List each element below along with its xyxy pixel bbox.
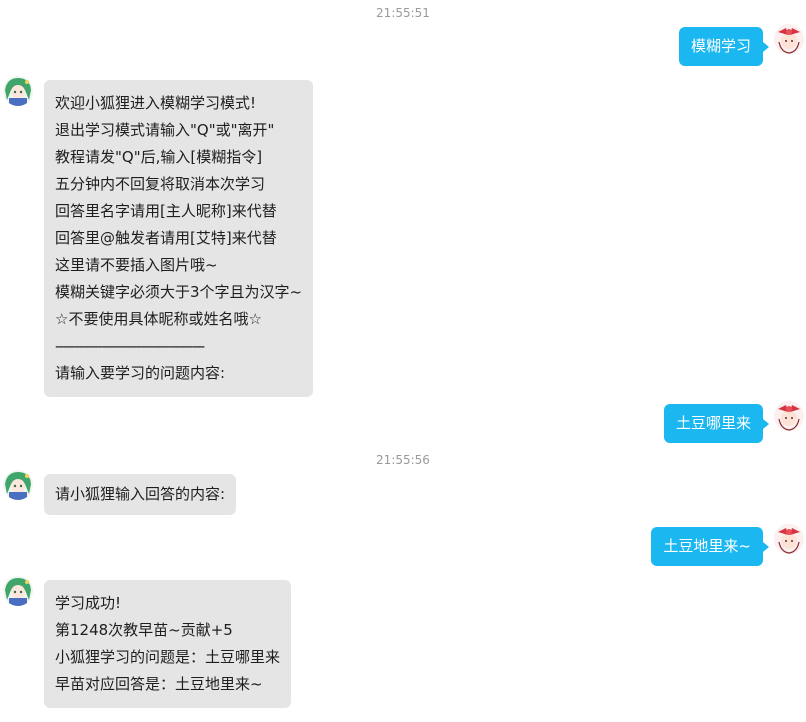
avatar-red-bow-character-icon [774,401,804,431]
bot-avatar[interactable] [3,76,33,106]
timestamp: 21:55:56 [376,453,430,467]
bot-avatar[interactable] [3,576,33,606]
message-bubble-incoming[interactable]: 请小狐狸输入回答的内容: [44,474,237,515]
message-text: 回答里@触发者请用[艾特]来代替 [55,229,277,247]
self-avatar[interactable] [774,24,804,54]
avatar-green-hair-character-icon [3,470,33,500]
bubble-tail [763,42,769,52]
message-text: 请小狐狸输入回答的内容: [55,485,226,503]
bubble-tail [763,419,769,429]
message-text: 早苗对应回答是：土豆地里来~ [55,675,263,693]
avatar-red-bow-character-icon [774,24,804,54]
message-text: 欢迎小狐狸进入模糊学习模式! [55,94,257,112]
message-text: 五分钟内不回复将取消本次学习 [55,175,266,193]
message-text: 教程请发"Q"后,输入[模糊指令] [55,148,263,166]
message-divider-text: -------------------------------------- [55,337,205,355]
message-text: 模糊关键字必须大于3个字且为汉字~ [55,283,303,301]
message-bubble-outgoing[interactable]: 土豆地里来~ [651,527,763,566]
message-bubble-incoming[interactable]: 学习成功! 第1248次教早苗~贡献+5 小狐狸学习的问题是：土豆哪里来 早苗对… [44,580,292,708]
message-bubble-incoming[interactable]: 欢迎小狐狸进入模糊学习模式! 退出学习模式请输入"Q"或"离开" 教程请发"Q"… [44,80,314,397]
message-text: 这里请不要插入图片哦~ [55,256,218,274]
self-avatar[interactable] [774,524,804,554]
bubble-tail [763,542,769,552]
message-text: 回答里名字请用[主人昵称]来代替 [55,202,277,220]
message-text: 学习成功! [55,594,122,612]
message-bubble-outgoing[interactable]: 土豆哪里来 [663,404,763,443]
message-text: 小狐狸学习的问题是：土豆哪里来 [55,648,281,666]
bot-avatar[interactable] [3,470,33,500]
message-text: 第1248次教早苗~贡献+5 [55,621,233,639]
avatar-green-hair-character-icon [3,76,33,106]
message-text: 土豆地里来~ [663,537,751,555]
message-text: ☆不要使用具体昵称或姓名哦☆ [55,310,262,328]
avatar-green-hair-character-icon [3,576,33,606]
message-text: 请输入要学习的问题内容: [55,364,226,382]
avatar-red-bow-character-icon [774,524,804,554]
message-text: 模糊学习 [690,37,751,55]
message-text: 土豆哪里来 [675,414,751,432]
self-avatar[interactable] [774,401,804,431]
message-text: 退出学习模式请输入"Q"或"离开" [55,121,275,139]
timestamp: 21:55:51 [376,6,430,20]
message-bubble-outgoing[interactable]: 模糊学习 [678,27,763,66]
